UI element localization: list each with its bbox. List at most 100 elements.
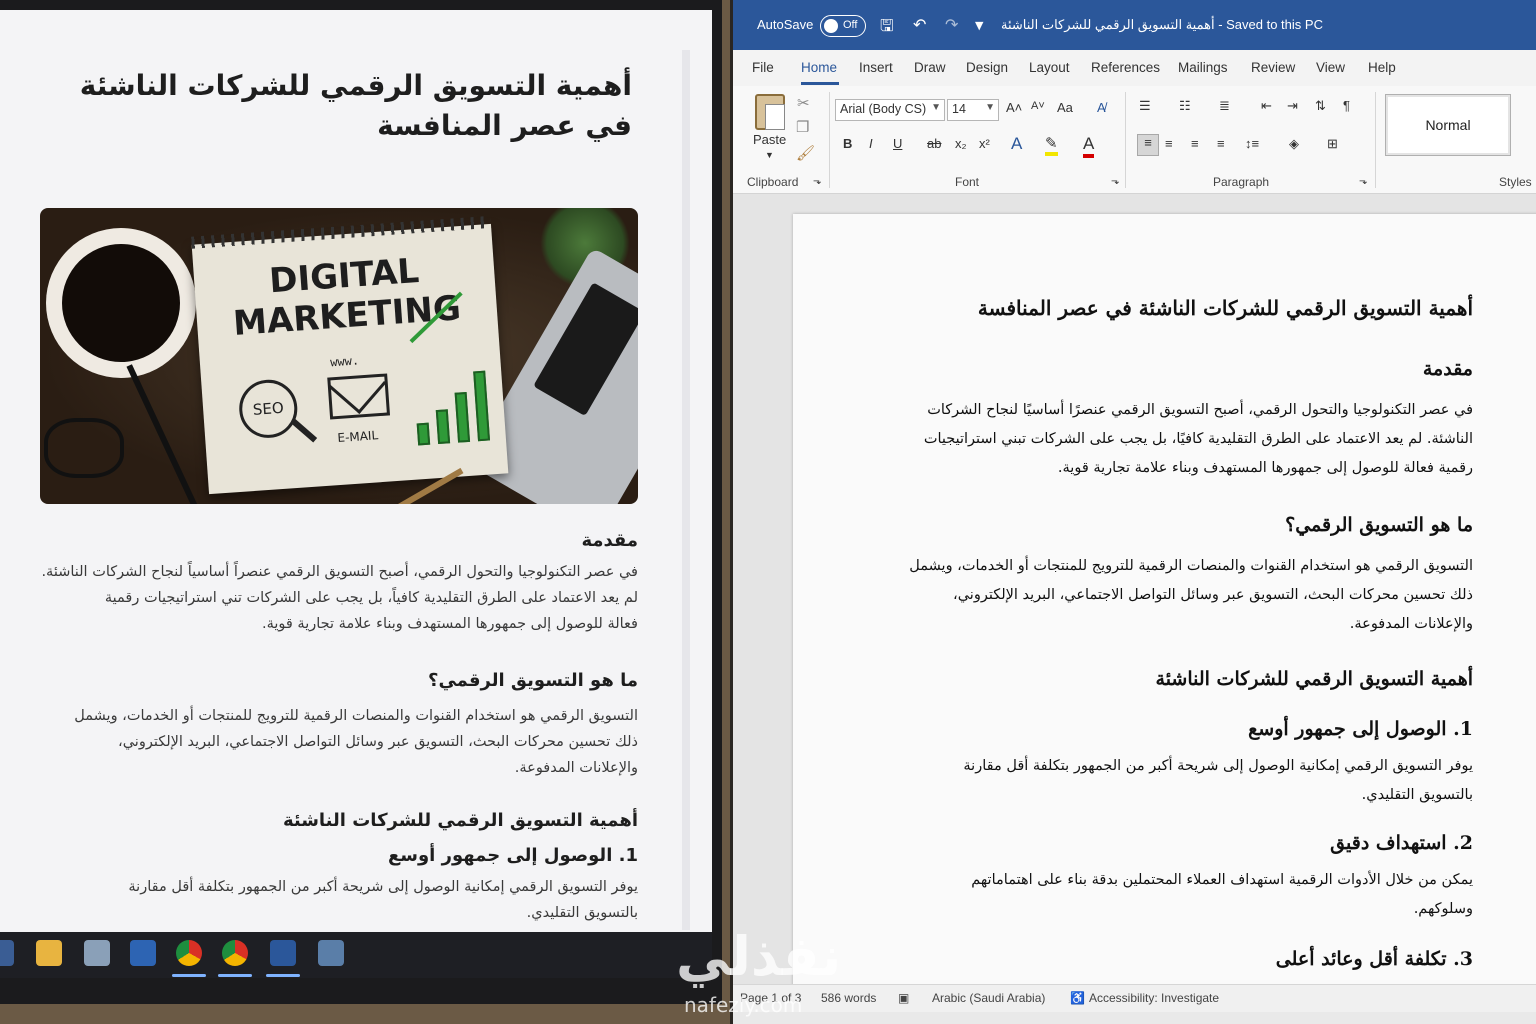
powerpoint-icon[interactable]: [130, 940, 156, 966]
separator: [1375, 92, 1376, 188]
underline-icon[interactable]: U: [893, 136, 902, 151]
bold-icon[interactable]: B: [843, 136, 852, 151]
format-painter-icon[interactable]: 🖌: [796, 144, 815, 162]
italic-icon[interactable]: I: [869, 136, 873, 151]
paragraph-launcher-icon[interactable]: ⬎: [1359, 176, 1367, 187]
cut-icon[interactable]: ✂: [797, 94, 810, 112]
tab-home[interactable]: Home: [801, 60, 837, 75]
tab-view[interactable]: View: [1316, 60, 1345, 75]
font-name-value: Arial (Body CS): [840, 102, 927, 116]
tab-review[interactable]: Review: [1251, 60, 1295, 75]
text-line: التسويق الرقمي هو استخدام القنوات والمنص…: [74, 708, 638, 724]
page-count[interactable]: Page 1 of 3: [740, 991, 801, 1005]
doc-point2-heading: 2. استهداف دقيق: [1330, 832, 1473, 854]
tab-design[interactable]: Design: [966, 60, 1008, 75]
tab-mailings[interactable]: Mailings: [1178, 60, 1228, 75]
shrink-font-icon[interactable]: A˅: [1031, 100, 1045, 112]
file-explorer-icon[interactable]: [36, 940, 62, 966]
style-normal[interactable]: Normal: [1385, 94, 1511, 156]
show-marks-icon[interactable]: ¶: [1343, 98, 1350, 113]
highlight-icon[interactable]: ✎: [1045, 134, 1058, 156]
language-status[interactable]: Arabic (Saudi Arabia): [932, 991, 1045, 1005]
copy-icon[interactable]: ❐: [796, 118, 809, 136]
customize-toolbar-icon[interactable]: ▼: [975, 19, 983, 32]
autosave-toggle[interactable]: Off: [820, 15, 866, 37]
paste-dropdown-icon[interactable]: ▼: [765, 150, 774, 160]
article-view[interactable]: أهمية التسويق الرقمي للشركات الناشئة في …: [0, 10, 712, 932]
superscript-icon[interactable]: x²: [979, 136, 990, 151]
strikethrough-icon[interactable]: ab: [927, 136, 941, 151]
dropdown-icon: ▼: [985, 102, 995, 113]
document-page[interactable]: أهمية التسويق الرقمي للشركات الناشئة في …: [793, 214, 1536, 984]
document-title[interactable]: أهمية التسويق الرقمي للشركات الناشئة - S…: [1001, 17, 1323, 33]
undo-icon[interactable]: ↶: [913, 15, 926, 34]
word-icon[interactable]: [270, 940, 296, 966]
paste-icon[interactable]: [755, 94, 785, 130]
text-line: فعالة للوصول إلى جمهورها المستهدف وبناء …: [261, 616, 638, 632]
tab-draw[interactable]: Draw: [914, 60, 946, 75]
doc-point1-paragraph: يوفر التسويق الرقمي إمكانية الوصول إلى ش…: [893, 752, 1473, 810]
sort-icon[interactable]: ⇅: [1315, 98, 1326, 114]
numbering-icon[interactable]: ☷: [1179, 98, 1191, 114]
accessibility-icon[interactable]: ♿: [1070, 991, 1085, 1005]
justify-icon[interactable]: ≡: [1217, 136, 1225, 151]
chrome-icon[interactable]: [176, 940, 202, 966]
font-color-icon[interactable]: A: [1083, 134, 1095, 158]
proofing-icon[interactable]: ▣: [898, 991, 909, 1005]
subscript-icon[interactable]: x₂: [955, 136, 967, 151]
intro-section: مقدمة في عصر التكنولوجيا والتحول الرقمي،…: [38, 530, 638, 637]
what-section: ما هو التسويق الرقمي؟ التسويق الرقمي هو …: [38, 670, 638, 781]
tab-layout[interactable]: Layout: [1029, 60, 1070, 75]
save-icon[interactable]: 🖫: [880, 15, 894, 42]
redo-icon[interactable]: ↷: [945, 15, 958, 34]
excel-icon[interactable]: [318, 940, 344, 966]
font-group-label: Font: [955, 175, 980, 189]
clear-formatting-icon[interactable]: A̸: [1097, 100, 1106, 115]
envelope-icon: [327, 373, 391, 420]
font-launcher-icon[interactable]: ⬎: [1111, 176, 1119, 187]
accessibility-status[interactable]: Accessibility: Investigate: [1089, 991, 1219, 1005]
title-bar: AutoSave Off 🖫 ↶ ↷ ▼ أهمية التسويق الرقم…: [733, 0, 1536, 50]
doc-what-paragraph: التسويق الرقمي هو استخدام القنوات والمنص…: [893, 552, 1473, 639]
chrome-icon[interactable]: [222, 940, 248, 966]
doc-intro-heading: مقدمة: [1422, 358, 1473, 380]
text-line: بالتسويق التقليدي.: [526, 905, 638, 921]
tab-insert[interactable]: Insert: [859, 60, 893, 75]
borders-icon[interactable]: ⊞: [1327, 136, 1338, 152]
align-left-icon[interactable]: ≡: [1137, 134, 1159, 156]
font-name-select[interactable]: Arial (Body CS) ▼: [835, 99, 945, 121]
document-area[interactable]: أهمية التسويق الرقمي للشركات الناشئة في …: [733, 194, 1536, 984]
store-icon[interactable]: [84, 940, 110, 966]
clipboard-launcher-icon[interactable]: ⬎: [813, 176, 821, 187]
text-line: والإعلانات المدفوعة.: [1349, 616, 1473, 632]
line-spacing-icon[interactable]: ↕≡: [1245, 136, 1259, 151]
active-indicator: [266, 974, 300, 977]
text-line: والإعلانات المدفوعة.: [514, 760, 638, 776]
ribbon: Paste ▼ ✂ ❐ 🖌 Clipboard ⬎ Arial (Body CS…: [733, 86, 1536, 194]
change-case-icon[interactable]: Aa: [1057, 100, 1073, 115]
bullets-icon[interactable]: ☰: [1139, 98, 1151, 114]
active-indicator: [218, 974, 252, 977]
separator: [1125, 92, 1126, 188]
word-count[interactable]: 586 words: [821, 991, 876, 1005]
text-line: يمكن من خلال الأدوات الرقمية استهداف الع…: [971, 872, 1473, 888]
tab-references[interactable]: References: [1091, 60, 1160, 75]
align-center-icon[interactable]: ≡: [1165, 136, 1173, 151]
decrease-indent-icon[interactable]: ⇤: [1261, 98, 1272, 114]
text-line: رقمية فعالة للوصول إلى جمهورها المستهدف …: [1057, 460, 1473, 476]
tab-file[interactable]: File: [752, 60, 774, 75]
text-effects-icon[interactable]: A: [1011, 134, 1022, 154]
taskview-icon[interactable]: [0, 940, 14, 966]
tab-help[interactable]: Help: [1368, 60, 1396, 75]
growth-bar: [416, 422, 431, 446]
font-size-select[interactable]: 14 ▼: [947, 99, 999, 121]
multilevel-list-icon[interactable]: ≣: [1219, 98, 1230, 114]
increase-indent-icon[interactable]: ⇥: [1287, 98, 1298, 114]
shading-icon[interactable]: ◈: [1289, 136, 1299, 152]
scrollbar[interactable]: [682, 50, 690, 930]
grow-font-icon[interactable]: A˄: [1006, 100, 1022, 115]
align-right-icon[interactable]: ≡: [1191, 136, 1199, 151]
notebook: DIGITAL MARKETING www. SEO E-MAIL: [191, 215, 509, 495]
text-line: الناشئة. لم يعد الاعتماد على الطرق التقل…: [923, 431, 1473, 447]
paste-button[interactable]: Paste: [753, 132, 786, 147]
